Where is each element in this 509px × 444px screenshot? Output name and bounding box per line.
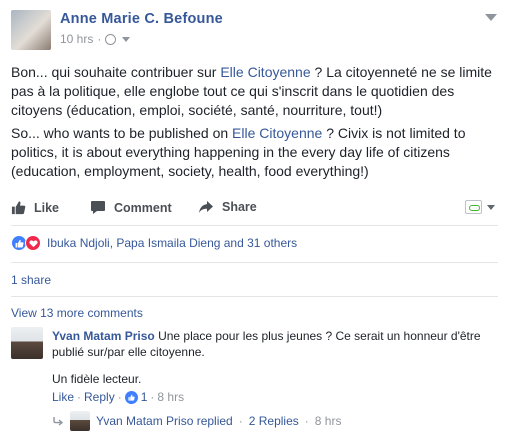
comment-text: Yvan Matam Priso Une place pour les plus…: [52, 328, 498, 360]
divider: [11, 225, 498, 226]
comment-signature: Un fidèle lecteur.: [52, 372, 142, 386]
post-options-chevron-icon[interactable]: [485, 14, 497, 21]
like-reaction-icon: [124, 390, 138, 404]
comment-button[interactable]: Comment: [90, 200, 172, 215]
audience-icon: [465, 200, 482, 214]
replier-avatar[interactable]: [70, 411, 90, 431]
replies-count-link[interactable]: 2 Replies: [249, 414, 299, 428]
divider: [11, 296, 498, 297]
comment-timestamp[interactable]: 8 hrs: [157, 390, 184, 404]
globe-icon[interactable]: [105, 33, 117, 45]
separator: ·: [238, 414, 243, 428]
audience-selector[interactable]: [465, 200, 495, 214]
elle-citoyenne-link[interactable]: Elle Citoyenne: [220, 64, 310, 80]
replies-summary[interactable]: Yvan Matam Priso replied · 2 Replies · 8…: [52, 411, 341, 431]
chevron-down-icon: [487, 204, 495, 210]
love-reaction-icon: [25, 235, 41, 251]
share-button-label: Share: [222, 200, 257, 214]
reactions-summary[interactable]: Ibuka Ndjoli, Papa Ismaila Dieng and 31 …: [11, 235, 297, 251]
like-button-label: Like: [34, 200, 60, 215]
comment-like-count[interactable]: 1: [141, 390, 148, 404]
like-button[interactable]: Like: [11, 200, 59, 215]
share-arrow-icon: [199, 201, 213, 213]
view-more-comments-link[interactable]: View 13 more comments: [11, 306, 143, 320]
comment-bubble-icon: [91, 201, 105, 214]
replies-author[interactable]: Yvan Matam Priso replied: [96, 414, 233, 428]
thumbs-up-icon: [11, 201, 26, 215]
comment-actions: Like · Reply · 1 · 8 hrs: [52, 390, 184, 404]
elle-citoyenne-link[interactable]: Elle Citoyenne: [232, 125, 322, 141]
share-count[interactable]: 1 share: [11, 273, 51, 287]
privacy-dropdown-icon[interactable]: [122, 36, 131, 42]
separator: ·: [77, 390, 82, 404]
author-avatar[interactable]: [11, 10, 51, 50]
replies-timestamp: 8 hrs: [314, 414, 342, 428]
post-action-bar: Like Comment Share: [0, 196, 509, 220]
comment-like-link[interactable]: Like: [52, 390, 74, 404]
divider: [11, 262, 498, 263]
post-text-en-before: So... who wants to be published on: [11, 125, 233, 141]
reply-arrow-icon: [53, 417, 64, 426]
separator: ·: [117, 390, 122, 404]
facebook-post: Anne Marie C. Befoune 10 hrs · Bon... qu…: [0, 0, 509, 444]
post-author-name[interactable]: Anne Marie C. Befoune: [60, 11, 223, 27]
reactors-names[interactable]: Ibuka Ndjoli, Papa Ismaila Dieng and 31 …: [47, 236, 297, 250]
post-meta: 10 hrs ·: [60, 32, 131, 46]
comment-button-label: Comment: [114, 200, 172, 215]
post-text-fr-before: Bon... qui souhaite contribuer sur: [11, 64, 221, 80]
meta-separator: ·: [97, 32, 102, 46]
share-button[interactable]: Share: [198, 200, 257, 214]
post-text-french: Bon... qui souhaite contribuer sur Elle …: [11, 63, 501, 120]
post-timestamp[interactable]: 10 hrs: [60, 32, 93, 46]
post-text-english: So... who wants to be published on Elle …: [11, 124, 501, 181]
comment-reply-link[interactable]: Reply: [84, 390, 115, 404]
commenter-avatar[interactable]: [11, 327, 43, 359]
commenter-name[interactable]: Yvan Matam Priso: [52, 329, 155, 343]
separator: ·: [150, 390, 155, 404]
separator: ·: [304, 414, 309, 428]
